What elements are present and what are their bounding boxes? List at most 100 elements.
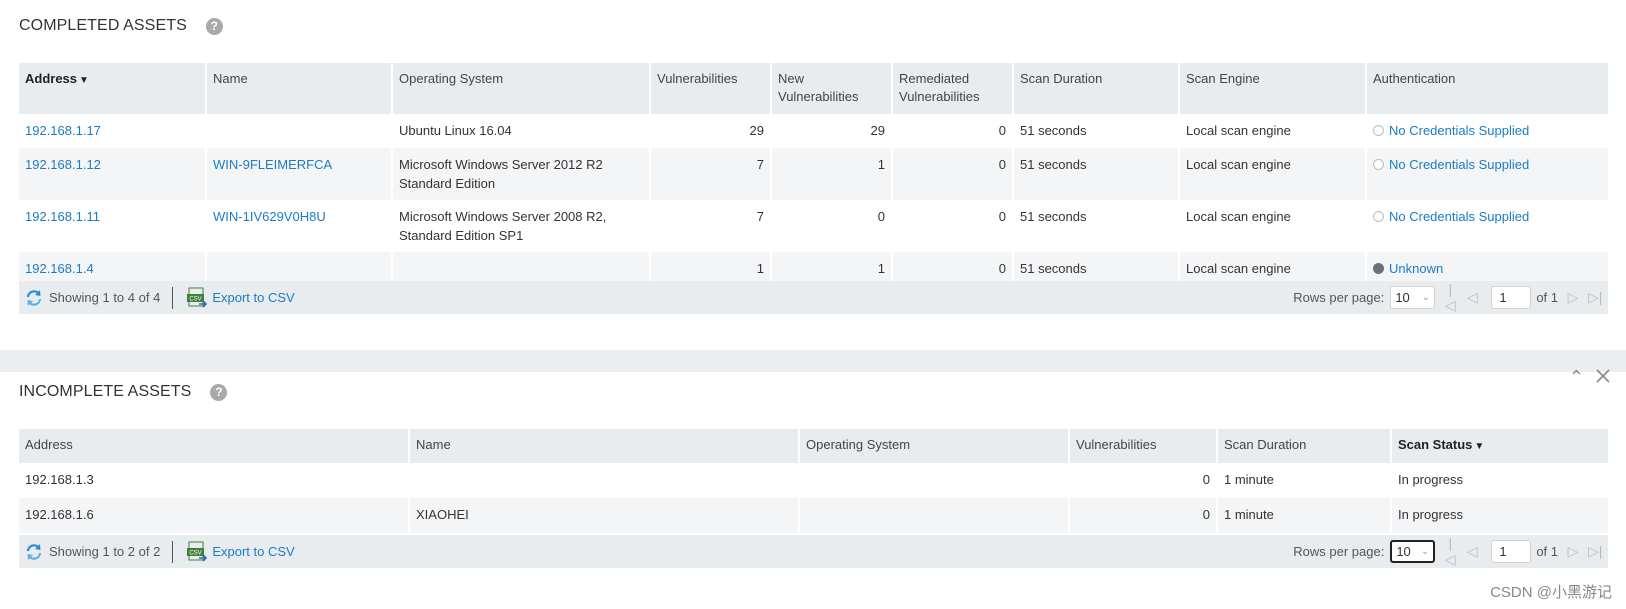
asset-os bbox=[799, 498, 1070, 533]
column-header-remediated-vulnerabilities[interactable]: Remediated Vulnerabilities bbox=[892, 63, 1014, 114]
svg-text:CSV: CSV bbox=[190, 550, 202, 556]
incomplete-assets-table: Address Name Operating System Vulnerabil… bbox=[19, 429, 1608, 533]
first-page-icon[interactable]: |◁ bbox=[1443, 281, 1457, 314]
csv-file-icon[interactable]: CSV bbox=[186, 287, 208, 309]
pagination: Rows per page: 10 ⌄ |◁ ◁ 1 of 1 ▷ ▷| bbox=[1293, 281, 1602, 314]
asset-new-vulnerabilities: 0 bbox=[771, 200, 893, 252]
completed-assets-table: Address ▼ Name Operating System Vulnerabi… bbox=[19, 63, 1608, 286]
completed-assets-heading: COMPLETED ASSETS ? bbox=[19, 17, 223, 35]
sort-desc-icon: ▼ bbox=[1474, 441, 1485, 452]
asset-address-link[interactable]: 192.168.1.11 bbox=[25, 209, 100, 224]
help-circle-icon[interactable]: ? bbox=[205, 17, 223, 35]
column-header-name[interactable]: Name bbox=[409, 429, 800, 463]
auth-status-link[interactable]: No Credentials Supplied bbox=[1389, 157, 1529, 172]
asset-scan-status: In progress bbox=[1391, 498, 1608, 533]
asset-os: Microsoft Windows Server 2008 R2, Standa… bbox=[392, 200, 651, 252]
asset-name-link[interactable]: WIN-1IV629V0H8U bbox=[213, 209, 326, 224]
incomplete-assets-panel: ⌃ INCOMPLETE ASSETS ? Address Name Opera… bbox=[0, 367, 1626, 609]
asset-os: Ubuntu Linux 16.04 bbox=[392, 114, 651, 148]
asset-remediated-vulnerabilities: 0 bbox=[892, 148, 1014, 200]
column-header-address[interactable]: Address bbox=[19, 429, 410, 463]
panel-divider bbox=[0, 350, 1626, 372]
table-row: 192.168.1.6 XIAOHEI 0 1 minute In progre… bbox=[19, 498, 1608, 533]
table-row: 192.168.1.12 WIN-9FLEIMERFCA Microsoft W… bbox=[19, 148, 1608, 200]
refresh-icon[interactable] bbox=[25, 543, 43, 561]
chevron-down-icon: ⌄ bbox=[1420, 546, 1430, 557]
page-number-input[interactable]: 1 bbox=[1491, 540, 1532, 563]
asset-vulnerabilities: 0 bbox=[1069, 463, 1218, 498]
last-page-icon[interactable]: ▷| bbox=[1588, 289, 1602, 306]
chevron-down-icon: ⌄ bbox=[1421, 292, 1431, 303]
table-header-row: Address Name Operating System Vulnerabil… bbox=[19, 429, 1608, 463]
prev-page-icon[interactable]: ◁ bbox=[1465, 543, 1479, 560]
auth-status-link[interactable]: No Credentials Supplied bbox=[1389, 123, 1529, 138]
column-header-operating-system[interactable]: Operating System bbox=[392, 63, 651, 114]
asset-scan-engine: Local scan engine bbox=[1179, 200, 1367, 252]
asset-address: 192.168.1.6 bbox=[19, 498, 410, 533]
asset-scan-duration: 51 seconds bbox=[1013, 200, 1180, 252]
pagination: Rows per page: 10 ⌄ |◁ ◁ 1 of 1 ▷ ▷| bbox=[1293, 535, 1602, 568]
chevron-up-icon[interactable]: ⌃ bbox=[1569, 367, 1584, 388]
column-header-address[interactable]: Address ▼ bbox=[19, 63, 207, 114]
page-number-input[interactable]: 1 bbox=[1491, 286, 1532, 309]
export-csv-link[interactable]: Export to CSV bbox=[212, 290, 294, 305]
rows-per-page-select[interactable]: 10 ⌄ bbox=[1390, 540, 1436, 563]
help-circle-icon[interactable]: ? bbox=[210, 383, 228, 401]
page-count-label: of 1 bbox=[1536, 544, 1558, 559]
asset-vulnerabilities: 7 bbox=[650, 148, 772, 200]
asset-os bbox=[799, 463, 1070, 498]
close-icon[interactable] bbox=[1595, 368, 1611, 384]
asset-scan-engine: Local scan engine bbox=[1179, 148, 1367, 200]
asset-vulnerabilities: 29 bbox=[650, 114, 772, 148]
rows-per-page-label: Rows per page: bbox=[1293, 290, 1385, 305]
column-header-scan-engine[interactable]: Scan Engine bbox=[1179, 63, 1367, 114]
auth-status-link[interactable]: No Credentials Supplied bbox=[1389, 209, 1529, 224]
column-header-authentication[interactable]: Authentication bbox=[1366, 63, 1608, 114]
column-header-scan-status[interactable]: Scan Status ▼ bbox=[1391, 429, 1608, 463]
rows-per-page-select[interactable]: 10 ⌄ bbox=[1390, 286, 1436, 309]
incomplete-assets-heading: INCOMPLETE ASSETS ? bbox=[19, 383, 228, 401]
column-header-name[interactable]: Name bbox=[206, 63, 393, 114]
incomplete-assets-footer: Showing 1 to 2 of 2 CSV Export to CSV Ro… bbox=[19, 535, 1608, 568]
refresh-icon[interactable] bbox=[25, 289, 43, 307]
asset-scan-status: In progress bbox=[1398, 472, 1464, 487]
page-count-label: of 1 bbox=[1536, 290, 1558, 305]
prev-page-icon[interactable]: ◁ bbox=[1465, 289, 1479, 306]
csv-file-icon[interactable]: CSV bbox=[186, 541, 208, 563]
sort-desc-icon: ▼ bbox=[79, 75, 89, 86]
table-header-row: Address ▼ Name Operating System Vulnerabi… bbox=[19, 63, 1608, 114]
completed-assets-title: COMPLETED ASSETS bbox=[19, 17, 187, 34]
asset-new-vulnerabilities: 29 bbox=[771, 114, 893, 148]
next-page-icon[interactable]: ▷ bbox=[1566, 289, 1580, 306]
first-page-icon[interactable]: |◁ bbox=[1443, 535, 1457, 568]
column-header-scan-duration[interactable]: Scan Duration bbox=[1217, 429, 1392, 463]
asset-address-link[interactable]: 192.168.1.17 bbox=[25, 123, 101, 138]
asset-vulnerabilities: 0 bbox=[1069, 498, 1218, 533]
showing-count: Showing 1 to 4 of 4 bbox=[49, 290, 161, 305]
asset-vulnerabilities: 7 bbox=[650, 200, 772, 252]
export-csv-link[interactable]: Export to CSV bbox=[212, 544, 294, 559]
last-page-icon[interactable]: ▷| bbox=[1588, 543, 1602, 560]
column-header-vulnerabilities[interactable]: Vulnerabilities bbox=[1069, 429, 1218, 463]
asset-scan-duration: 1 minute bbox=[1217, 463, 1392, 498]
column-header-scan-duration[interactable]: Scan Duration bbox=[1013, 63, 1180, 114]
footer-separator bbox=[172, 540, 174, 563]
auth-status-link[interactable]: Unknown bbox=[1389, 261, 1443, 276]
completed-assets-footer: Showing 1 to 4 of 4 CSV Export to CSV Ro… bbox=[19, 281, 1608, 314]
table-row: 192.168.1.17 Ubuntu Linux 16.04 29 29 0 … bbox=[19, 114, 1608, 148]
column-header-operating-system[interactable]: Operating System bbox=[799, 429, 1070, 463]
table-row: 192.168.1.11 WIN-1IV629V0H8U Microsoft W… bbox=[19, 200, 1608, 252]
incomplete-assets-title: INCOMPLETE ASSETS bbox=[19, 383, 192, 400]
asset-address-link[interactable]: 192.168.1.12 bbox=[25, 157, 101, 172]
asset-name: XIAOHEI bbox=[409, 498, 800, 533]
next-page-icon[interactable]: ▷ bbox=[1566, 543, 1580, 560]
showing-count: Showing 1 to 2 of 2 bbox=[49, 544, 161, 559]
asset-address-link[interactable]: 192.168.1.4 bbox=[25, 261, 94, 276]
column-header-vulnerabilities[interactable]: Vulnerabilities bbox=[650, 63, 772, 114]
column-header-new-vulnerabilities[interactable]: New Vulnerabilities bbox=[771, 63, 893, 114]
asset-scan-engine: Local scan engine bbox=[1179, 114, 1367, 148]
asset-name-link[interactable]: WIN-9FLEIMERFCA bbox=[213, 157, 332, 172]
auth-status-empty-icon bbox=[1373, 159, 1384, 170]
asset-new-vulnerabilities: 1 bbox=[771, 148, 893, 200]
asset-address: 192.168.1.3 bbox=[19, 463, 410, 498]
